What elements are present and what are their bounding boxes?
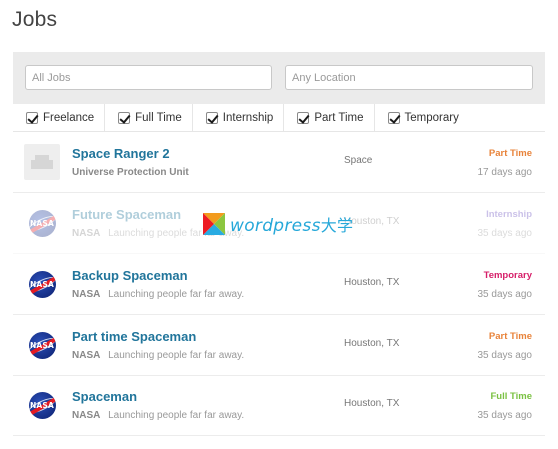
job-title-link[interactable]: Future Spaceman bbox=[72, 207, 181, 222]
job-listing[interactable]: NASA Part time Spaceman NASA Launching p… bbox=[13, 315, 545, 376]
job-company: NASA Launching people far far away. bbox=[72, 289, 244, 300]
checkbox-checked-icon[interactable] bbox=[205, 111, 218, 124]
company-name: NASA bbox=[72, 289, 101, 300]
job-listing[interactable]: NASA Spaceman NASA Launching people far … bbox=[13, 375, 545, 436]
nasa-logo-icon: NASA bbox=[24, 327, 60, 363]
search-keywords-input[interactable] bbox=[25, 65, 272, 90]
job-type-filters: Freelance Full Time Internship Part Time… bbox=[13, 103, 545, 132]
watermark-text: wordpress大学 bbox=[230, 216, 354, 236]
checkbox-checked-icon[interactable] bbox=[297, 111, 310, 124]
search-location-input[interactable] bbox=[285, 65, 533, 90]
checkbox-checked-icon[interactable] bbox=[387, 111, 400, 124]
nasa-logo-icon: NASA bbox=[24, 266, 60, 302]
job-date: 35 days ago bbox=[477, 228, 533, 239]
job-location: Houston, TX bbox=[344, 398, 400, 409]
job-type-badge: Full Time bbox=[490, 391, 532, 402]
job-type-badge: Part Time bbox=[488, 148, 532, 159]
company-tagline: Launching people far far away. bbox=[108, 289, 245, 300]
job-filter-bar bbox=[13, 52, 545, 104]
company-tagline: Launching people far far away. bbox=[108, 410, 245, 421]
job-company: Universe Protection Unit bbox=[72, 167, 194, 178]
nasa-logo-icon: NASA bbox=[24, 387, 60, 423]
page-title: Jobs bbox=[12, 8, 58, 31]
job-listing[interactable]: NASA Backup Spaceman NASA Launching peop… bbox=[13, 254, 545, 315]
job-location: Houston, TX bbox=[344, 277, 400, 288]
checkbox-checked-icon[interactable] bbox=[26, 111, 38, 124]
watermark-logo-icon bbox=[203, 213, 225, 235]
job-type-badge: Internship bbox=[486, 209, 532, 220]
company-name: Universe Protection Unit bbox=[72, 167, 189, 178]
company-tagline: Launching people far far away. bbox=[108, 350, 245, 361]
checkbox-checked-icon[interactable] bbox=[118, 111, 131, 124]
company-name: NASA bbox=[72, 228, 101, 239]
wordpress-daxue-watermark: wordpress大学 bbox=[203, 212, 353, 236]
job-location: Houston, TX bbox=[344, 338, 400, 349]
job-date: 35 days ago bbox=[477, 289, 533, 300]
job-type-label: Full Time bbox=[135, 111, 182, 124]
job-title-link[interactable]: Backup Spaceman bbox=[72, 268, 188, 283]
job-type-badge: Temporary bbox=[483, 270, 532, 281]
job-type-label: Temporary bbox=[404, 111, 459, 124]
building-icon bbox=[24, 144, 60, 180]
job-listing[interactable]: Space Ranger 2 Universe Protection Unit … bbox=[13, 132, 545, 193]
job-type-label: Internship bbox=[222, 111, 274, 124]
job-title-link[interactable]: Space Ranger 2 bbox=[72, 146, 170, 161]
job-type-temporary[interactable]: Temporary bbox=[375, 104, 469, 132]
job-location: Space bbox=[344, 155, 373, 166]
nasa-logo-icon: NASA bbox=[24, 205, 60, 241]
job-title-link[interactable]: Part time Spaceman bbox=[72, 329, 196, 344]
job-type-freelance[interactable]: Freelance bbox=[13, 103, 106, 132]
job-company: NASA Launching people far far away. bbox=[72, 410, 244, 421]
job-company: NASA Launching people far far away. bbox=[72, 350, 244, 361]
job-date: 17 days ago bbox=[477, 167, 533, 178]
job-type-label: Part Time bbox=[314, 111, 364, 124]
job-type-label: Freelance bbox=[43, 111, 95, 124]
job-type-internship[interactable]: Internship bbox=[193, 103, 285, 132]
company-name: NASA bbox=[72, 350, 101, 361]
job-title-link[interactable]: Spaceman bbox=[72, 389, 137, 404]
company-name: NASA bbox=[72, 410, 101, 421]
job-date: 35 days ago bbox=[477, 350, 533, 361]
job-date: 35 days ago bbox=[477, 410, 533, 421]
job-type-full-time[interactable]: Full Time bbox=[105, 103, 193, 132]
job-type-badge: Part Time bbox=[488, 331, 532, 342]
job-type-part-time[interactable]: Part Time bbox=[284, 103, 375, 132]
